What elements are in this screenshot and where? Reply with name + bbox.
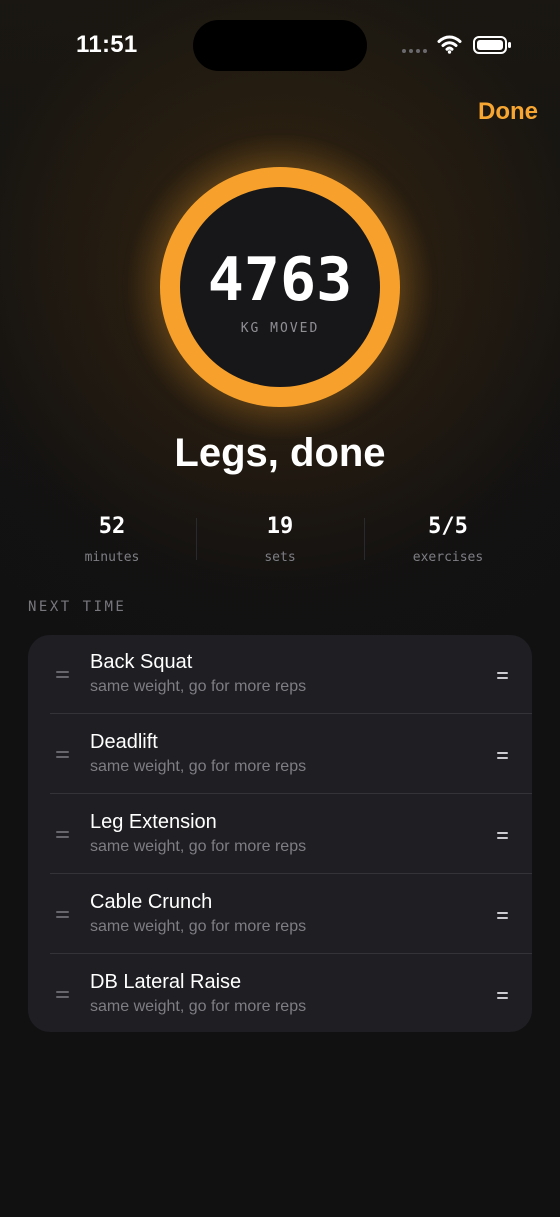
exercise-row-db-lateral-raise[interactable]: DB Lateral Raise same weight, go for mor… — [28, 955, 532, 1032]
exercise-row-cable-crunch[interactable]: Cable Crunch same weight, go for more re… — [28, 875, 532, 955]
equal-icon — [56, 749, 69, 759]
row-divider — [50, 793, 532, 794]
kg-moved-value: 4763 — [207, 245, 353, 315]
exercise-row-deadlift[interactable]: Deadlift same weight, go for more reps — [28, 715, 532, 795]
signal-icon — [402, 49, 427, 53]
sets-label: sets — [264, 550, 296, 565]
exercise-row-leg-extension[interactable]: Leg Extension same weight, go for more r… — [28, 795, 532, 875]
exercise-name: DB Lateral Raise — [90, 971, 242, 993]
exercise-name: Cable Crunch — [90, 891, 213, 913]
exercise-note: same weight, go for more reps — [90, 758, 307, 775]
row-divider — [50, 953, 532, 954]
equal-icon — [497, 990, 508, 1000]
workout-title: Legs, done — [174, 431, 386, 475]
next-time-label: NEXT TIME — [28, 599, 127, 615]
wifi-icon — [437, 35, 462, 54]
exercise-note: same weight, go for more reps — [90, 918, 307, 935]
kg-moved-progress-ring: 4763 KG MOVED — [160, 167, 400, 407]
minutes-stat: 52 minutes — [28, 514, 196, 576]
equal-icon — [56, 669, 69, 679]
equal-icon — [56, 909, 69, 919]
done-button[interactable]: Done — [468, 96, 538, 128]
exercises-label: exercises — [412, 550, 484, 565]
exercise-note: same weight, go for more reps — [90, 678, 307, 695]
exercise-row-back-squat[interactable]: Back Squat same weight, go for more reps — [28, 635, 532, 715]
exercise-name: Back Squat — [90, 651, 193, 673]
exercises-stat: 5/5 exercises — [364, 514, 532, 576]
workout-summary-screen: 11:51 Done 4763 KG MOVED Legs, done 52 m… — [0, 0, 560, 1217]
equal-icon — [497, 910, 508, 920]
dynamic-island — [193, 20, 367, 71]
minutes-label: minutes — [84, 550, 140, 565]
sets-value: 19 — [266, 514, 294, 539]
workout-stats: 52 minutes 19 sets 5/5 exercises — [28, 514, 532, 576]
status-time: 11:51 — [76, 31, 138, 58]
exercise-name: Leg Extension — [90, 811, 217, 833]
exercise-note: same weight, go for more reps — [90, 998, 307, 1015]
equal-icon — [497, 750, 508, 760]
next-time-exercise-list: Back Squat same weight, go for more reps… — [28, 635, 532, 1032]
equal-icon — [497, 670, 508, 680]
row-divider — [50, 873, 532, 874]
battery-icon — [473, 36, 511, 54]
equal-icon — [497, 830, 508, 840]
equal-icon — [56, 989, 69, 999]
kg-moved-label: KG MOVED — [240, 321, 320, 336]
row-divider — [50, 713, 532, 714]
minutes-value: 52 — [98, 514, 126, 539]
equal-icon — [56, 829, 69, 839]
exercise-note: same weight, go for more reps — [90, 838, 307, 855]
exercise-name: Deadlift — [90, 731, 158, 753]
sets-stat: 19 sets — [196, 514, 364, 576]
exercises-value: 5/5 — [428, 514, 468, 539]
